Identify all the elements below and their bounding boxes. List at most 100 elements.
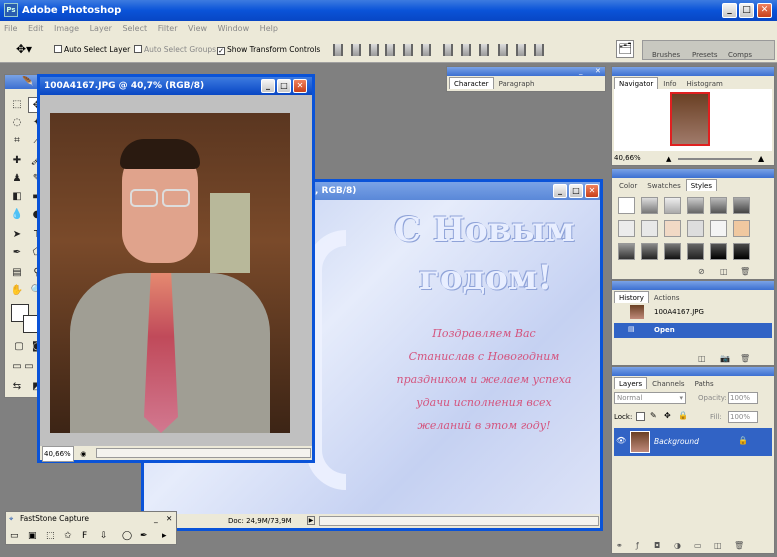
menu-edit[interactable]: Edit <box>24 21 48 37</box>
crop-tool-icon[interactable]: ⌗ <box>8 133 26 149</box>
layer-row-background[interactable]: 👁 Background 🔒 <box>614 428 772 456</box>
style-swatch[interactable] <box>641 220 658 237</box>
lock-pixels-icon[interactable]: ✎ <box>650 411 657 420</box>
navigator-zoom[interactable]: 40,66% <box>614 154 641 162</box>
horizontal-scrollbar[interactable] <box>96 448 311 458</box>
panel-header[interactable] <box>612 169 774 178</box>
menu-layer[interactable]: Layer <box>86 21 116 37</box>
style-swatch[interactable] <box>687 220 704 237</box>
well-tab-brushes[interactable]: Brushes <box>647 48 685 60</box>
menu-help[interactable]: Help <box>256 21 282 37</box>
zoom-slider[interactable] <box>678 158 752 160</box>
pen-tool-icon[interactable]: ✒ <box>8 245 26 261</box>
style-swatch[interactable] <box>687 197 704 214</box>
distribute-top-icon[interactable] <box>443 44 453 56</box>
delete-layer-icon[interactable]: 🗑 <box>734 541 744 550</box>
style-swatch[interactable] <box>664 197 681 214</box>
style-swatch[interactable] <box>733 197 750 214</box>
eye-icon[interactable]: 👁 <box>616 436 626 445</box>
tab-layers[interactable]: Layers <box>614 377 648 389</box>
fill-field[interactable]: 100% <box>728 411 758 423</box>
capture-scrolling-icon[interactable]: ⇩ <box>100 528 108 544</box>
close-button[interactable]: ✕ <box>757 3 772 18</box>
align-left-icon[interactable] <box>385 44 395 56</box>
doc-photo-maximize-button[interactable]: □ <box>277 79 291 93</box>
navigator-thumbnail[interactable] <box>670 92 710 146</box>
faststone-close-button[interactable]: ✕ <box>166 512 172 526</box>
document-photo-titlebar[interactable]: 100A4167.JPG @ 40,7% (RGB/8) _ □ ✕ <box>40 77 312 95</box>
adjustment-layer-icon[interactable]: ◑ <box>674 541 681 550</box>
capture-freehand-icon[interactable]: ✩ <box>64 528 72 544</box>
path-selection-icon[interactable]: ➤ <box>8 227 26 243</box>
zoom-in-icon[interactable]: ▲ <box>758 154 764 163</box>
distribute-right-icon[interactable] <box>534 44 544 56</box>
new-style-icon[interactable]: ◫ <box>720 267 728 276</box>
opacity-field[interactable]: 100% <box>728 392 758 404</box>
doc-photo-minimize-button[interactable]: _ <box>261 79 275 93</box>
faststone-titlebar[interactable]: ⌖ FastStone Capture _ ✕ <box>6 512 176 526</box>
panel-header[interactable] <box>612 67 774 76</box>
doc-info-menu-icon[interactable]: ▶ <box>307 516 315 525</box>
tab-character[interactable]: Character <box>449 77 494 89</box>
clear-style-icon[interactable]: ⊘ <box>698 267 705 276</box>
output-icon[interactable]: ▸ <box>162 528 167 544</box>
lasso-tool-icon[interactable]: ◌ <box>8 115 26 131</box>
layer-mask-icon[interactable]: ◘ <box>654 541 660 550</box>
move-tool-preset-icon[interactable]: ✥▾ <box>16 42 32 56</box>
tab-swatches[interactable]: Swatches <box>642 179 685 191</box>
style-swatch[interactable] <box>618 197 635 214</box>
style-swatch[interactable] <box>641 197 658 214</box>
menu-window[interactable]: Window <box>214 21 254 37</box>
capture-fullscreen-icon[interactable]: F <box>82 528 87 544</box>
layer-style-icon[interactable]: ƒ <box>636 541 639 550</box>
delete-state-icon[interactable]: 🗑 <box>740 354 750 363</box>
auto-select-groups-checkbox[interactable]: Auto Select Groups <box>134 45 216 54</box>
marquee-tool-icon[interactable]: ⬚ <box>8 97 26 113</box>
restore-button[interactable]: □ <box>739 3 754 18</box>
horizontal-scrollbar[interactable] <box>319 516 599 526</box>
zoom-out-icon[interactable]: ▲ <box>666 155 671 163</box>
align-bottom-icon[interactable] <box>369 44 379 56</box>
new-document-icon[interactable]: ◫ <box>698 354 706 363</box>
notes-tool-icon[interactable]: ▤ <box>8 265 26 281</box>
style-swatch[interactable] <box>641 243 658 260</box>
camera-snapshot-icon[interactable]: 📷 <box>720 354 730 363</box>
panel-header[interactable] <box>612 281 774 290</box>
tab-paths[interactable]: Paths <box>690 377 719 389</box>
doc-card-close-button[interactable]: ✕ <box>585 184 599 198</box>
tab-styles[interactable]: Styles <box>685 179 717 191</box>
panel-minimize-icon[interactable]: _ <box>579 67 583 75</box>
menu-image[interactable]: Image <box>50 21 83 37</box>
tab-navigator[interactable]: Navigator <box>614 77 659 89</box>
style-swatch[interactable] <box>664 243 681 260</box>
distribute-hcenter-icon[interactable] <box>516 44 526 56</box>
show-transform-controls-checkbox[interactable]: ✓ Show Transform Controls <box>217 45 320 55</box>
style-swatch[interactable] <box>687 243 704 260</box>
healing-brush-icon[interactable]: ✚ <box>8 153 26 169</box>
distribute-bottom-icon[interactable] <box>479 44 489 56</box>
history-snapshot-row[interactable]: 100A4167.JPG <box>614 305 772 319</box>
align-right-icon[interactable] <box>421 44 431 56</box>
style-swatch[interactable] <box>733 220 750 237</box>
tab-paragraph[interactable]: Paragraph <box>494 77 540 89</box>
well-tab-comps[interactable]: Comps <box>723 48 757 60</box>
distribute-vcenter-icon[interactable] <box>461 44 471 56</box>
standard-mode-icon[interactable]: ▢ <box>10 339 28 355</box>
align-top-icon[interactable] <box>333 44 343 56</box>
tab-history[interactable]: History <box>614 291 649 303</box>
menu-file[interactable]: File <box>0 21 21 37</box>
doc-photo-close-button[interactable]: ✕ <box>293 79 307 93</box>
file-browser-icon[interactable]: 🗂 <box>616 40 634 58</box>
style-swatch[interactable] <box>618 243 635 260</box>
tab-info[interactable]: Info <box>658 77 681 89</box>
tab-histogram[interactable]: Histogram <box>682 77 728 89</box>
delete-style-icon[interactable]: 🗑 <box>740 267 750 276</box>
menu-select[interactable]: Select <box>118 21 151 37</box>
minimize-button[interactable]: _ <box>722 3 737 18</box>
align-vcenter-icon[interactable] <box>351 44 361 56</box>
doc-card-minimize-button[interactable]: _ <box>553 184 567 198</box>
document-window-photo[interactable]: 100A4167.JPG @ 40,7% (RGB/8) _ □ ✕ 40,66… <box>37 74 315 463</box>
new-layer-icon[interactable]: ◫ <box>714 541 722 550</box>
new-group-icon[interactable]: ▭ <box>694 541 702 550</box>
style-swatch[interactable] <box>664 220 681 237</box>
